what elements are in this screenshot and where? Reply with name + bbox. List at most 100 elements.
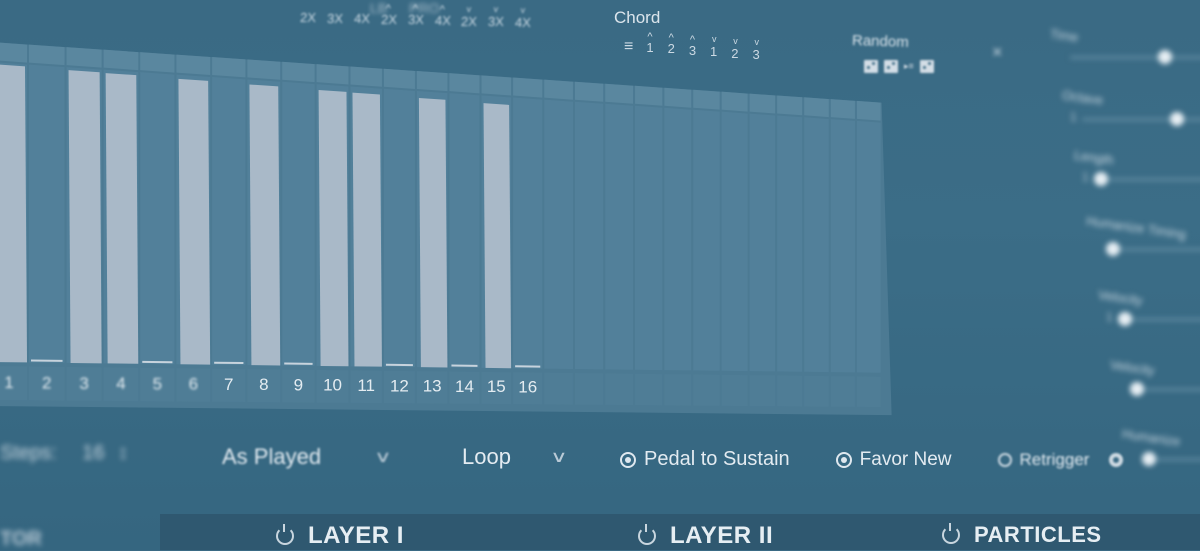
step-label-cell <box>857 376 881 407</box>
step-velocity-bar[interactable] <box>178 79 210 365</box>
slider-track[interactable] <box>1070 56 1200 59</box>
slider-knob[interactable] <box>1130 382 1144 396</box>
step-velocity-bar[interactable] <box>419 98 448 367</box>
multiplier-3x-up[interactable]: 3X <box>407 12 424 29</box>
step-header-cell[interactable] <box>635 86 662 106</box>
step-column[interactable] <box>722 112 748 371</box>
step-header-cell[interactable] <box>317 64 349 84</box>
slider-knob[interactable] <box>1142 452 1156 466</box>
step-velocity-bar[interactable] <box>69 70 102 363</box>
tab-layer-ii[interactable]: LAYER II <box>638 522 773 550</box>
step-header-cell[interactable] <box>282 62 314 82</box>
step-velocity-bar[interactable] <box>106 73 139 364</box>
power-icon[interactable] <box>276 527 294 545</box>
step-header-cell[interactable] <box>140 52 174 72</box>
pedal-to-sustain-toggle[interactable]: Pedal to Sustain <box>620 448 790 471</box>
slider-knob[interactable] <box>1158 50 1172 64</box>
right-panel: TimeOctave1Length1Humanize TimingVelocit… <box>1040 0 1200 500</box>
step-header-cell[interactable] <box>29 45 65 66</box>
power-icon[interactable] <box>942 526 960 544</box>
step-velocity-bar[interactable] <box>484 103 512 368</box>
step-column[interactable] <box>857 121 881 373</box>
step-header-cell[interactable] <box>0 42 27 63</box>
slider-knob[interactable] <box>1118 312 1132 326</box>
step-column[interactable] <box>282 82 314 366</box>
slider-track[interactable] <box>1094 178 1200 181</box>
steps-value[interactable]: 16 <box>82 442 104 464</box>
step-column[interactable] <box>449 93 479 368</box>
steps-control[interactable]: Steps: 16 ↕ <box>0 442 128 465</box>
step-label-cell <box>693 374 719 405</box>
step-velocity-bar[interactable] <box>0 64 27 362</box>
order-dropdown[interactable]: As Played ∨ <box>222 444 389 470</box>
order-dropdown-value: As Played <box>222 444 321 470</box>
slider-knob[interactable] <box>1106 242 1120 256</box>
slider-knob[interactable] <box>1094 172 1108 186</box>
step-column[interactable] <box>384 89 415 367</box>
step-header-cell[interactable] <box>247 59 280 79</box>
step-column[interactable] <box>140 72 174 364</box>
step-header-cell[interactable] <box>605 84 633 104</box>
multiplier-2x-down[interactable]: 2X <box>461 14 478 30</box>
step-header-cell[interactable] <box>664 88 691 108</box>
multiplier-2x-up[interactable]: 2X <box>380 12 397 30</box>
step-header-cell[interactable] <box>722 92 748 112</box>
power-icon[interactable] <box>638 527 656 545</box>
step-header-cell[interactable] <box>575 82 603 102</box>
step-column[interactable] <box>664 108 691 371</box>
step-header-cell[interactable] <box>857 101 881 121</box>
step-column[interactable] <box>750 114 776 372</box>
step-column[interactable] <box>693 110 719 371</box>
step-header-cell[interactable] <box>513 78 542 98</box>
step-header-cell[interactable] <box>67 47 102 68</box>
left-tab-label[interactable]: TOR <box>0 528 42 551</box>
multiplier-4x-none[interactable]: 4X <box>353 11 370 30</box>
stepper-icon[interactable]: ↕ <box>118 442 128 464</box>
step-velocity-bar[interactable] <box>319 90 349 366</box>
step-velocity-bar[interactable] <box>249 84 280 365</box>
step-column[interactable] <box>777 115 802 371</box>
step-number-label: 13 <box>423 377 442 396</box>
multiplier-3x-none[interactable]: 3X <box>326 11 343 30</box>
multiplier-2x-none[interactable]: 2X <box>299 10 316 30</box>
step-column[interactable] <box>605 104 633 370</box>
step-header-cell[interactable] <box>350 66 381 86</box>
step-header-cell[interactable] <box>804 97 829 117</box>
step-header-cell[interactable] <box>417 71 448 91</box>
tab-particles[interactable]: PARTICLES <box>942 522 1102 548</box>
step-column[interactable] <box>544 100 573 369</box>
step-column[interactable] <box>804 117 829 372</box>
step-header-cell[interactable] <box>104 50 139 70</box>
step-header-cell[interactable] <box>544 80 573 100</box>
step-header-cell[interactable] <box>176 55 210 75</box>
slider-label: Humanize Timing <box>1085 213 1187 242</box>
multiplier-4x-down[interactable]: 4X <box>515 15 532 30</box>
step-column[interactable] <box>831 119 855 372</box>
step-column[interactable] <box>29 65 65 363</box>
step-sequencer[interactable]: 12345678910111213141516 <box>0 40 1130 430</box>
slider-knob[interactable] <box>1170 112 1184 126</box>
step-velocity-bar[interactable] <box>352 93 381 367</box>
step-header-cell[interactable] <box>750 94 776 114</box>
multiplier-3x-down[interactable]: 3X <box>488 14 505 30</box>
step-column[interactable] <box>212 77 245 365</box>
step-header-cell[interactable] <box>212 57 245 77</box>
step-header-cell[interactable] <box>384 69 415 89</box>
favor-new-toggle[interactable]: Favor New <box>836 449 952 471</box>
step-header-cell[interactable] <box>777 95 802 115</box>
step-number-label: 12 <box>390 376 409 395</box>
mode-dropdown[interactable]: Loop ∨ <box>462 444 565 470</box>
slider-track[interactable] <box>1106 248 1200 251</box>
tab-layer-i[interactable]: LAYER I <box>276 522 404 550</box>
step-header-cell[interactable] <box>449 73 479 93</box>
multiplier-4x-up[interactable]: 4X <box>434 13 451 30</box>
step-column[interactable] <box>575 102 603 370</box>
step-header-cell[interactable] <box>482 75 512 95</box>
step-column[interactable] <box>513 98 542 369</box>
step-header-cell[interactable] <box>693 90 719 110</box>
step-header-cell[interactable] <box>831 99 855 119</box>
step-multiplier-buttons: 2X 3X 4X 2X 3X 4X 2X 3X 4X <box>300 10 531 30</box>
step-number-label: 5 <box>153 374 162 393</box>
step-label-cell <box>544 373 573 405</box>
step-column[interactable] <box>635 106 662 370</box>
